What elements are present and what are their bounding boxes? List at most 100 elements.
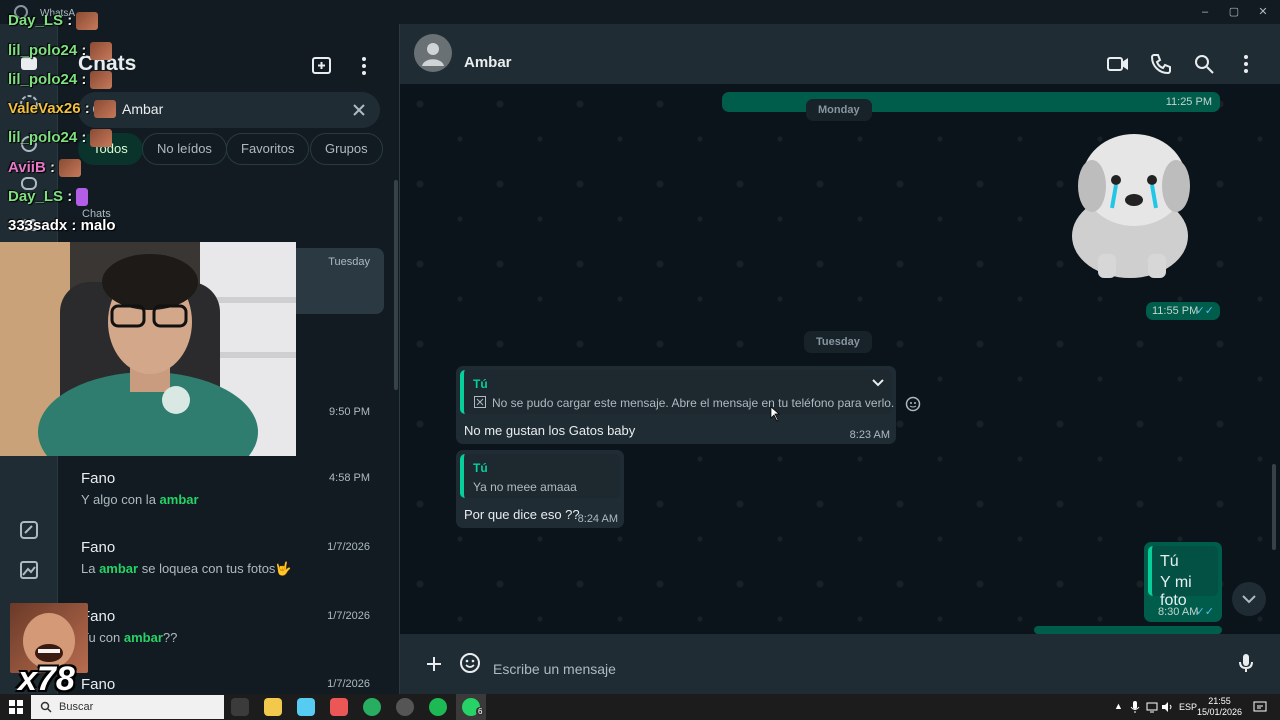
chat-time: 1/7/2026 bbox=[327, 541, 370, 553]
notifications-icon[interactable] bbox=[1253, 700, 1267, 714]
filter-grupos[interactable]: Grupos bbox=[310, 133, 383, 165]
stream-user: lil_polo24 bbox=[8, 129, 78, 146]
clock-time: 21:55 bbox=[1208, 696, 1231, 706]
language-indicator[interactable]: ESP bbox=[1179, 702, 1197, 712]
sticker-time-pill: 11:55 PM ✓✓ bbox=[1146, 302, 1220, 320]
mouse-cursor-icon bbox=[770, 406, 780, 422]
incoming-message-bubble[interactable]: Tú No se pudo cargar este mensaje. Abre … bbox=[456, 366, 896, 444]
stream-user: ValeVax26 bbox=[8, 100, 81, 117]
chat-name: Fano bbox=[81, 676, 116, 693]
emote-icon bbox=[76, 188, 89, 207]
message-composer: Escribe un mensaje bbox=[400, 634, 1280, 694]
puppy-sticker[interactable] bbox=[1058, 128, 1198, 282]
quoted-message[interactable]: Tú Y mi foto bbox=[1148, 546, 1218, 609]
quoted-author: Tú bbox=[473, 377, 488, 391]
chat-header: Ambar bbox=[400, 24, 1280, 84]
menu-dots-icon[interactable] bbox=[352, 54, 376, 78]
webcam-overlay bbox=[0, 242, 296, 456]
chat-row[interactable]: Fano 1/7/2026 Tu con ambar?? bbox=[58, 602, 384, 668]
filter-favoritos[interactable]: Favoritos bbox=[226, 133, 310, 165]
message-text: Por que dice eso ?? bbox=[464, 507, 580, 522]
chat-time: 4:58 PM bbox=[329, 472, 370, 484]
date-separator: Monday bbox=[806, 99, 872, 121]
search-chat-icon[interactable] bbox=[1192, 52, 1216, 76]
emote-icon bbox=[90, 129, 113, 148]
store-app-icon[interactable] bbox=[297, 698, 315, 716]
filter-no-leidos[interactable]: No leídos bbox=[142, 133, 227, 165]
task-view-icon[interactable] bbox=[231, 698, 249, 716]
video-call-icon[interactable] bbox=[1106, 52, 1130, 76]
windows-taskbar: Buscar 6 ▲ ESP 21:55 15/01/2026 bbox=[0, 694, 1280, 720]
chevron-down-icon[interactable] bbox=[872, 376, 884, 388]
edit-media-rail-icon[interactable] bbox=[17, 518, 41, 542]
window-titlebar: WhatsA – ▢ ✕ bbox=[0, 0, 1280, 24]
message-time: 11:25 PM bbox=[1165, 96, 1212, 108]
taskbar-clock[interactable]: 21:55 15/01/2026 bbox=[1197, 696, 1242, 718]
chat-row[interactable]: Fano 4:58 PM Y algo con la ambar bbox=[58, 464, 384, 530]
list-scrollbar[interactable] bbox=[394, 180, 398, 390]
emoji-reaction-icon[interactable] bbox=[905, 396, 921, 412]
stream-chat-line: 333sadx : malo bbox=[8, 217, 116, 234]
taskbar-whatsapp-active[interactable]: 6 bbox=[456, 694, 486, 720]
emote-icon bbox=[93, 100, 116, 119]
gallery-rail-icon[interactable] bbox=[17, 558, 41, 582]
spotify-icon[interactable] bbox=[429, 698, 447, 716]
chat-name: Fano bbox=[81, 470, 116, 487]
stream-user: AviiB bbox=[8, 159, 46, 176]
emote-icon bbox=[90, 71, 113, 90]
chat-time: Tuesday bbox=[328, 256, 370, 268]
incoming-message-bubble[interactable]: Tú Ya no meee amaaa Por que dice eso ?? … bbox=[456, 450, 624, 528]
microphone-icon[interactable] bbox=[1234, 651, 1258, 675]
quoted-text: Ya no meee amaaa bbox=[473, 480, 577, 494]
new-chat-icon[interactable] bbox=[310, 54, 334, 78]
stream-chat-line: AviiB : bbox=[8, 159, 81, 178]
message-time: 11:55 PM bbox=[1152, 305, 1199, 317]
emote-icon bbox=[58, 159, 81, 178]
windows-start-icon[interactable] bbox=[9, 700, 23, 714]
date-separator: Tuesday bbox=[804, 331, 872, 353]
scroll-to-bottom-button[interactable] bbox=[1232, 582, 1266, 616]
quoted-message[interactable]: Tú No se pudo cargar este mensaje. Abre … bbox=[460, 370, 894, 414]
chat-row[interactable]: Fano 1/7/2026 bbox=[58, 670, 384, 694]
chat-preview: Y algo con la ambar bbox=[81, 492, 199, 507]
taskbar-search-placeholder: Buscar bbox=[59, 701, 94, 713]
stream-chat-line: ValeVax26 : bbox=[8, 100, 116, 119]
chat-scrollbar[interactable] bbox=[1272, 464, 1276, 550]
chat-name: Fano bbox=[81, 539, 116, 556]
chat-row[interactable]: Fano 1/7/2026 La ambar se loquea con tus… bbox=[58, 533, 384, 599]
chat-time: 9:50 PM bbox=[329, 406, 370, 418]
message-time: 8:30 AM bbox=[1158, 606, 1199, 618]
failed-media-icon bbox=[474, 396, 486, 408]
quoted-message[interactable]: Tú Ya no meee amaaa bbox=[460, 454, 620, 498]
search-input[interactable]: Ambar bbox=[78, 92, 380, 128]
tray-chevron-icon[interactable]: ▲ bbox=[1114, 701, 1123, 711]
contact-avatar[interactable] bbox=[414, 34, 452, 72]
file-explorer-icon[interactable] bbox=[264, 698, 282, 716]
outgoing-message-bubble[interactable]: Tú Y mi foto 8:30 AM ✓✓ bbox=[1144, 542, 1222, 622]
close-window-button[interactable]: ✕ bbox=[1246, 2, 1280, 22]
taskbar-search-icon bbox=[40, 701, 52, 713]
voice-call-icon[interactable] bbox=[1149, 52, 1173, 76]
attach-plus-icon[interactable] bbox=[422, 652, 446, 676]
obs-icon[interactable] bbox=[396, 698, 414, 716]
outgoing-message-bubble[interactable]: 11:25 PM bbox=[722, 92, 1220, 112]
network-icon[interactable] bbox=[1146, 701, 1158, 713]
chrome-icon[interactable] bbox=[363, 698, 381, 716]
media-app-icon[interactable] bbox=[330, 698, 348, 716]
message-time: 8:24 AM bbox=[577, 513, 618, 525]
message-time: 8:23 AM bbox=[849, 429, 890, 441]
whatsapp-badge: 6 bbox=[476, 707, 485, 716]
clear-search-icon[interactable] bbox=[352, 103, 366, 117]
taskbar-search-input[interactable]: Buscar bbox=[31, 695, 224, 719]
quoted-author: Tú bbox=[473, 461, 488, 475]
microphone-tray-icon[interactable] bbox=[1130, 700, 1140, 714]
chat-preview: La ambar se loquea con tus fotos🤟 bbox=[81, 561, 292, 576]
stream-chat-line: lil_polo24 : bbox=[8, 71, 113, 90]
outgoing-message-bubble[interactable] bbox=[1034, 626, 1222, 634]
chat-menu-icon[interactable] bbox=[1234, 52, 1258, 76]
stream-user: Day_LS bbox=[8, 188, 64, 205]
contact-name[interactable]: Ambar bbox=[464, 54, 512, 71]
search-value: Ambar bbox=[122, 101, 164, 117]
volume-icon[interactable] bbox=[1161, 701, 1173, 713]
stream-chat-line: Day_LS : bbox=[8, 12, 99, 31]
